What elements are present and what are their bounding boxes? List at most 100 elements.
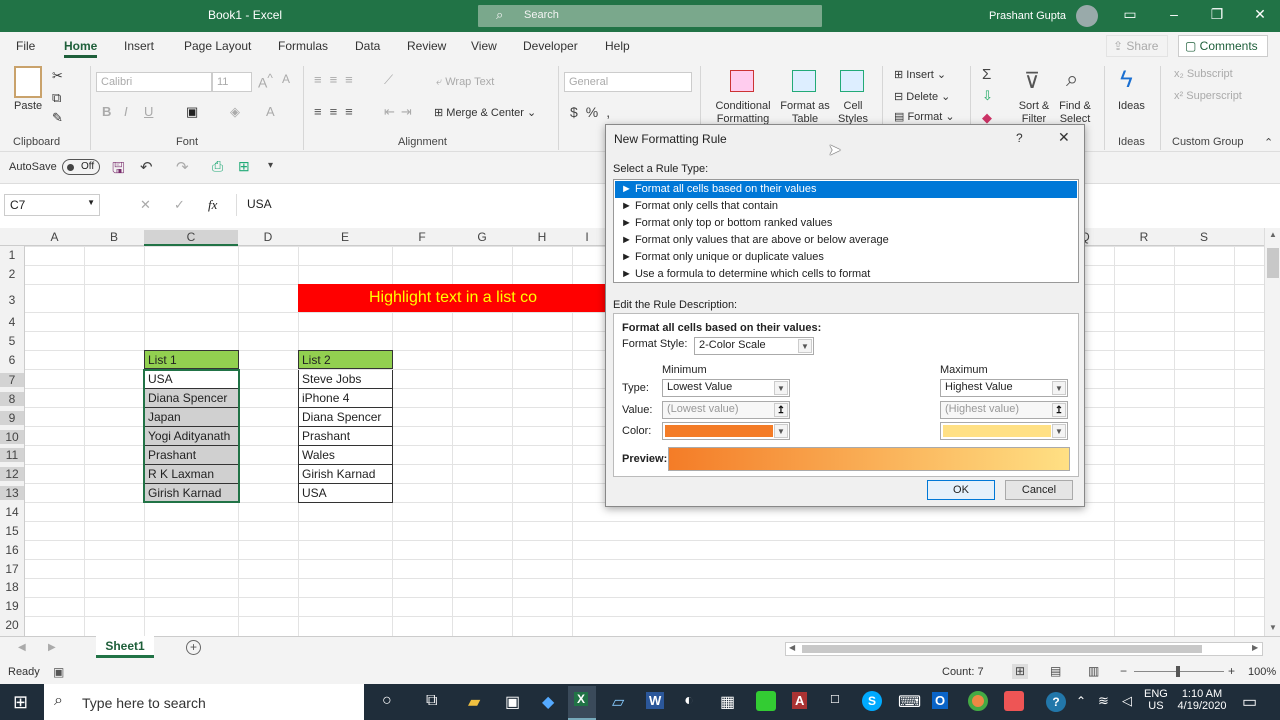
max-value-field[interactable]: (Highest value) ↥ — [940, 401, 1068, 419]
customize-qat-icon[interactable]: ▾ — [268, 160, 273, 171]
rule-type-item[interactable]: ► Format only top or bottom ranked value… — [615, 215, 1077, 232]
app-red-icon[interactable] — [1004, 691, 1024, 711]
merge-center-button[interactable]: ⊞ Merge & Center ⌄ — [434, 106, 536, 119]
sort-filter-icon[interactable]: ⊽ — [1024, 68, 1040, 94]
max-type-select[interactable]: Highest Value ▼ — [940, 379, 1068, 397]
row-header[interactable]: 6 — [0, 353, 24, 367]
list2-header[interactable]: List 2 — [298, 350, 393, 369]
column-header-b[interactable]: B — [84, 230, 144, 244]
find-select-button[interactable]: Find & Select — [1054, 100, 1096, 124]
cell-styles-icon[interactable] — [840, 70, 864, 92]
rule-type-item[interactable]: ► Format only cells that contain — [615, 198, 1077, 215]
normal-view-icon[interactable]: ⊞ — [1012, 664, 1028, 679]
page-layout-view-icon[interactable]: ▤ — [1050, 664, 1061, 678]
vertical-align-icons[interactable]: ≡≡≡ — [314, 72, 361, 87]
wrap-text-button[interactable]: ⤶ Wrap Text — [436, 76, 494, 89]
page-break-view-icon[interactable]: ▥ — [1088, 664, 1099, 678]
format-as-table-button[interactable]: Format as Table — [778, 100, 832, 124]
tab-review[interactable]: Review — [407, 39, 446, 53]
minimize-icon[interactable]: – — [1164, 6, 1184, 22]
row-header[interactable]: 18 — [0, 580, 24, 594]
windows-start-icon[interactable]: ⊞ — [13, 692, 28, 713]
row-header[interactable]: 20 — [0, 618, 24, 632]
copy-icon[interactable]: ⧉ — [52, 90, 61, 106]
row-header[interactable]: 9 — [0, 411, 24, 425]
undo-icon[interactable]: ↶ — [140, 158, 153, 176]
column-header-f[interactable]: F — [392, 230, 452, 244]
column-header-d[interactable]: D — [238, 230, 298, 244]
comments-button[interactable]: ▢ Comments — [1178, 35, 1268, 57]
banner-cell[interactable]: Highlight text in a list co — [298, 284, 608, 312]
list1-header[interactable]: List 1 — [144, 350, 239, 369]
ideas-button[interactable]: Ideas — [1118, 100, 1145, 112]
horizontal-align-icons[interactable]: ≡≡≡ — [314, 104, 361, 119]
add-sheet-icon[interactable]: + — [186, 640, 201, 655]
cancel-edit-icon[interactable]: ✕ — [140, 197, 151, 213]
task-view-icon[interactable]: ⧉ — [426, 692, 437, 710]
row-header[interactable]: 3 — [0, 293, 24, 307]
help-icon[interactable]: ? — [1046, 692, 1066, 712]
range-picker-icon[interactable]: ↥ — [774, 403, 788, 417]
row-header[interactable]: 16 — [0, 543, 24, 557]
network-icon[interactable]: ≋ — [1098, 693, 1109, 709]
cell-styles-button[interactable]: Cell Styles — [832, 100, 874, 124]
decrease-font-icon[interactable]: A — [282, 72, 290, 86]
row-header[interactable]: 4 — [0, 315, 24, 329]
tab-file[interactable]: File — [16, 39, 35, 53]
avatar[interactable] — [1076, 5, 1098, 27]
column-header-s[interactable]: S — [1174, 230, 1234, 244]
rule-type-item[interactable]: ► Use a formula to determine which cells… — [615, 266, 1077, 283]
dropbox-icon[interactable]: ◆ — [542, 692, 554, 712]
app-icon[interactable]: ☐ — [830, 693, 840, 706]
skype-icon[interactable]: S — [862, 691, 882, 711]
network-app-icon[interactable]: ⌨ — [898, 692, 921, 712]
scroll-down-icon[interactable]: ▼ — [1269, 623, 1277, 632]
calculator-icon[interactable]: ▦ — [720, 692, 735, 712]
word-icon[interactable]: W — [646, 692, 665, 709]
volume-icon[interactable]: ◁ — [1122, 693, 1132, 709]
cut-icon[interactable]: ✂ — [52, 68, 63, 84]
row-header[interactable]: 8 — [0, 392, 24, 406]
row-header[interactable]: 2 — [0, 267, 24, 281]
excel-taskbar-icon[interactable]: X — [568, 686, 596, 720]
cancel-button[interactable]: Cancel — [1005, 480, 1073, 500]
insert-function-icon[interactable]: fx — [208, 197, 217, 213]
close-icon[interactable]: ✕ — [1250, 6, 1270, 23]
form-icon[interactable]: ⊞ — [238, 158, 250, 175]
dialog-close-icon[interactable]: ✕ — [1058, 129, 1070, 146]
indent-icons[interactable]: ⇤⇥ — [384, 104, 418, 120]
dialog-help-icon[interactable]: ? — [1016, 131, 1023, 145]
confirm-edit-icon[interactable]: ✓ — [174, 197, 185, 213]
column-header-a[interactable]: A — [25, 230, 84, 244]
row-header[interactable]: 10 — [0, 430, 24, 444]
ideas-icon[interactable]: ϟ — [1120, 66, 1133, 94]
app-icon[interactable]: ▱ — [612, 692, 624, 712]
access-icon[interactable]: A — [792, 692, 808, 709]
collapse-ribbon-icon[interactable]: ⌃ — [1264, 136, 1273, 149]
zoom-slider-thumb[interactable] — [1176, 666, 1180, 677]
save-icon[interactable]: 🖫 — [112, 158, 125, 183]
borders-icon[interactable]: ▣ — [186, 104, 198, 120]
column-header-h[interactable]: H — [512, 230, 572, 244]
tab-help[interactable]: Help — [605, 39, 630, 53]
share-button[interactable]: ⇪ Share — [1106, 35, 1168, 57]
min-value-field[interactable]: (Lowest value) ↥ — [662, 401, 790, 419]
max-color-picker[interactable]: ▼ — [940, 422, 1068, 440]
tab-developer[interactable]: Developer — [523, 39, 578, 53]
print-preview-icon[interactable]: ⎙ — [212, 158, 223, 175]
list2-cell[interactable]: USA — [298, 484, 393, 503]
rule-type-item[interactable]: ► Format only values that are above or b… — [615, 232, 1077, 249]
underline-icon[interactable]: U — [144, 104, 153, 119]
scroll-right-icon[interactable]: ▶ — [1252, 643, 1258, 652]
autosave-toggle[interactable]: Off — [62, 159, 100, 175]
store-icon[interactable]: ▣ — [505, 692, 520, 712]
redo-icon[interactable]: ↷ — [176, 158, 189, 176]
camtasia-icon[interactable] — [756, 691, 776, 711]
tab-insert[interactable]: Insert — [124, 39, 154, 53]
number-format-icons[interactable]: $%, — [570, 104, 618, 120]
tab-formulas[interactable]: Formulas — [278, 39, 328, 53]
insert-cells-button[interactable]: ⊞ Insert ⌄ — [894, 68, 946, 81]
list2-cell[interactable]: Prashant — [298, 427, 393, 446]
row-header[interactable]: 1 — [0, 248, 24, 262]
row-header[interactable]: 19 — [0, 599, 24, 613]
